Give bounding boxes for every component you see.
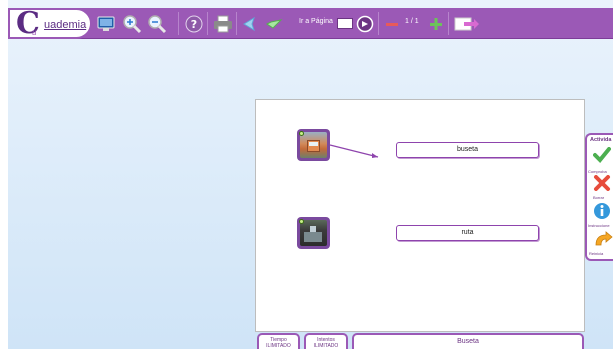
route-picture[interactable]	[297, 217, 330, 249]
erase-button[interactable]	[593, 175, 613, 196]
restart-label: Reinicia	[589, 251, 604, 256]
connector-dot-icon[interactable]	[299, 219, 304, 224]
top-toolbar: C u uademia ? Ir a Página 1 / 1	[8, 7, 613, 41]
time-value: ILIMITADO	[266, 343, 291, 349]
word-box-buseta[interactable]: buseta	[396, 142, 539, 158]
restart-icon	[595, 231, 613, 246]
zoom-out-icon[interactable]	[147, 14, 167, 34]
attempts-box: Intentos ILIMITADO	[304, 333, 348, 349]
instructions-label: Instruccione	[588, 223, 610, 228]
check-button[interactable]	[593, 147, 613, 168]
time-box: Tiempo ILIMITADO	[257, 333, 300, 349]
add-page-icon[interactable]	[426, 14, 446, 34]
bus-picture[interactable]	[297, 129, 330, 161]
activity-side-panel: Activida Comproba Borrar Instruccione Re…	[585, 133, 613, 261]
monitor-icon[interactable]	[96, 14, 116, 34]
route-image	[300, 220, 327, 246]
info-icon	[594, 203, 610, 219]
toolbar-separator	[207, 12, 208, 35]
side-panel-title: Activida	[590, 137, 612, 143]
page-counter: 1 / 1	[405, 18, 419, 25]
attempts-value: ILIMITADO	[313, 343, 339, 349]
erase-label: Borrar	[593, 195, 605, 200]
help-icon[interactable]: ?	[184, 14, 204, 34]
sign-shape	[310, 226, 316, 232]
remove-page-icon[interactable]	[382, 14, 402, 34]
brand-sub: u	[32, 27, 37, 37]
brand-logo: C u uademia	[8, 7, 92, 41]
check-label: Comproba	[588, 169, 607, 174]
zoom-in-icon[interactable]	[122, 14, 142, 34]
check-icon	[593, 147, 611, 163]
activity-canvas: buseta ruta	[255, 99, 585, 332]
street-shape	[304, 232, 322, 242]
connector-dot-icon[interactable]	[299, 131, 304, 136]
word-box-ruta[interactable]: ruta	[396, 225, 539, 241]
toolbar-separator	[236, 12, 237, 35]
page-number-input[interactable]	[337, 18, 353, 29]
toolbar-separator	[178, 12, 179, 35]
brand-name: uademia	[44, 19, 87, 31]
go-arrow-icon[interactable]	[355, 14, 375, 34]
instructions-button[interactable]	[593, 202, 613, 225]
toolbar-separator	[378, 12, 379, 35]
svg-text:?: ?	[191, 18, 197, 31]
next-page-icon[interactable]	[264, 14, 284, 34]
activity-title: Buseta	[352, 333, 584, 349]
exit-icon[interactable]	[454, 14, 480, 34]
bus-window-shape	[309, 142, 318, 146]
erase-icon	[594, 175, 610, 191]
go-to-page-label: Ir a Página	[299, 18, 333, 25]
print-icon[interactable]	[213, 14, 233, 34]
toolbar-separator	[448, 12, 449, 35]
bus-image	[300, 132, 327, 158]
previous-page-icon[interactable]	[241, 14, 261, 34]
